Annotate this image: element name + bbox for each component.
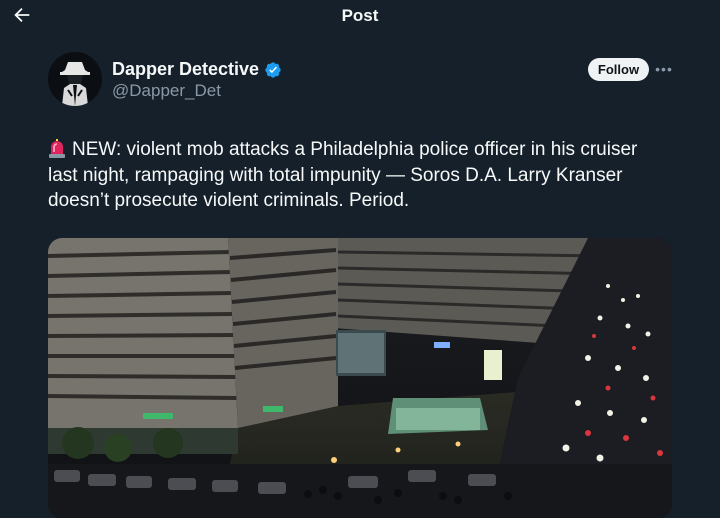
more-options-icon[interactable]: ••• xyxy=(654,60,674,78)
tweet-body: NEW: violent mob attacks a Philadelphia … xyxy=(48,139,638,211)
top-bar: Post xyxy=(0,0,720,32)
author-name-row: Dapper Detective xyxy=(112,59,282,80)
avatar[interactable] xyxy=(48,52,102,106)
tweet-media-image[interactable] xyxy=(48,238,672,518)
page-title: Post xyxy=(341,6,379,25)
author-name[interactable]: Dapper Detective xyxy=(112,59,259,80)
verified-badge-icon xyxy=(264,61,282,79)
author-handle[interactable]: @Dapper_Det xyxy=(112,81,221,101)
follow-button[interactable]: Follow xyxy=(588,58,649,81)
police-siren-icon xyxy=(48,139,66,158)
tweet-text: NEW: violent mob attacks a Philadelphia … xyxy=(48,137,668,214)
